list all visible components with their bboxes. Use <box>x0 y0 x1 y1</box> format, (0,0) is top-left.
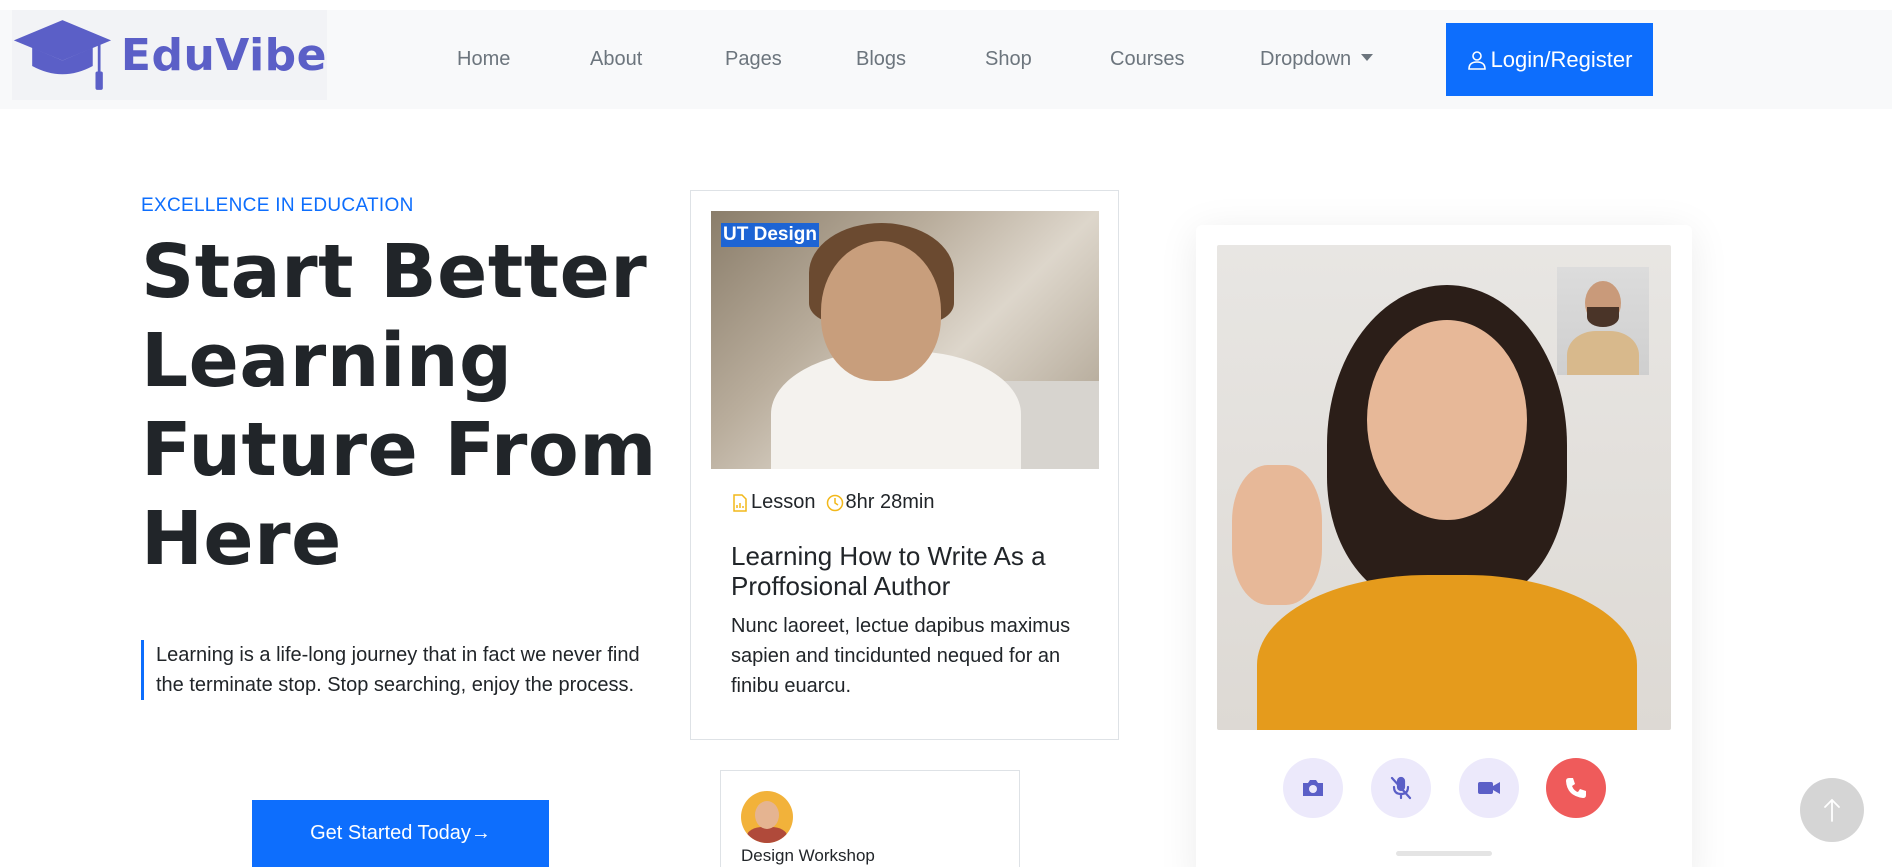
course-card[interactable]: UT Design Lesson 8hr 28min Learning How … <box>690 190 1119 740</box>
call-controls <box>1196 758 1692 818</box>
mute-button[interactable] <box>1371 758 1431 818</box>
graduation-cap-icon <box>13 20 112 90</box>
video-main-feed <box>1217 245 1671 730</box>
lesson-label: Lesson <box>751 491 816 513</box>
mic-off-icon <box>1390 776 1412 800</box>
phone-icon <box>1566 778 1586 798</box>
course-description: Nunc laoreet, lectue dapibus maximus sap… <box>731 615 1071 697</box>
nav-about[interactable]: About <box>590 48 642 71</box>
nav-blogs[interactable]: Blogs <box>856 48 906 71</box>
clock-icon <box>826 494 843 511</box>
course-category-badge[interactable]: UT Design <box>721 223 819 247</box>
brand-name: EduVibe <box>120 29 327 81</box>
get-started-button[interactable]: Get Started Today→ <box>252 800 549 867</box>
workshop-label: Design Workshop <box>741 846 875 865</box>
file-chart-icon <box>733 493 747 512</box>
hero-title: Start Better Learning Future From Here <box>141 229 657 582</box>
scroll-to-top-button[interactable] <box>1800 778 1864 842</box>
video-call-card <box>1196 225 1692 867</box>
video-icon <box>1478 782 1500 794</box>
nav-dropdown-label: Dropdown <box>1260 48 1352 70</box>
course-meta: Lesson 8hr 28min <box>731 491 934 514</box>
hero-quote: Learning is a life-long journey that in … <box>141 640 661 700</box>
online-status-dot <box>783 835 793 843</box>
nav-pages[interactable]: Pages <box>725 48 782 71</box>
home-indicator <box>1396 851 1492 856</box>
login-register-label: Login/Register <box>1490 46 1633 72</box>
top-strip <box>0 0 1892 10</box>
login-register-button[interactable]: Login/Register <box>1446 23 1653 96</box>
hero-eyebrow: EXCELLENCE IN EDUCATION <box>141 195 414 216</box>
workshop-card[interactable]: Design Workshop <box>720 770 1020 867</box>
nav-dropdown[interactable]: Dropdown <box>1260 48 1374 71</box>
arrow-up-icon <box>1824 798 1840 822</box>
avatar <box>741 791 793 843</box>
camera-button[interactable] <box>1283 758 1343 818</box>
brand-logo[interactable]: EduVibe <box>12 10 327 100</box>
user-icon <box>1467 50 1486 70</box>
end-call-button[interactable] <box>1546 758 1606 818</box>
duration-label: 8hr 28min <box>845 491 935 513</box>
lesson-meta: Lesson <box>731 491 816 514</box>
camera-icon <box>1303 780 1323 796</box>
course-title[interactable]: Learning How to Write As a Proffosional … <box>731 541 1091 601</box>
caret-down-icon <box>1361 54 1374 61</box>
video-button[interactable] <box>1459 758 1519 818</box>
course-image: UT Design <box>711 211 1099 469</box>
nav-courses[interactable]: Courses <box>1110 48 1184 71</box>
video-pip-feed <box>1557 267 1649 375</box>
nav-shop[interactable]: Shop <box>985 48 1032 71</box>
duration-meta: 8hr 28min <box>826 491 935 514</box>
nav-home[interactable]: Home <box>457 48 510 71</box>
